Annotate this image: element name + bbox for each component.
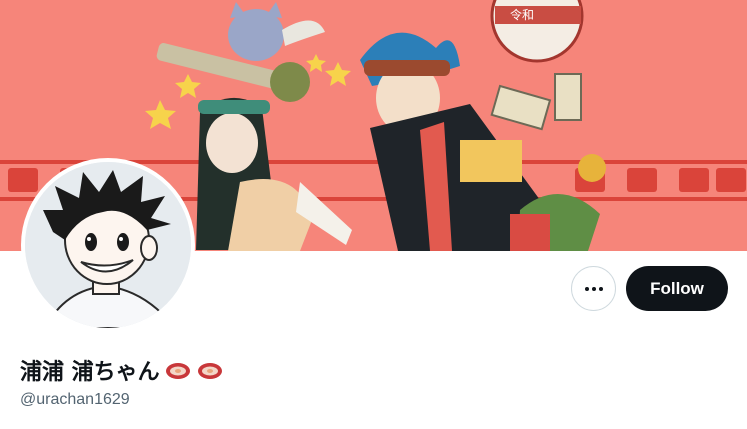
avatar[interactable] (21, 158, 195, 332)
more-horizontal-icon (584, 286, 603, 291)
display-name-text: 浦浦 浦ちゃん (20, 360, 160, 385)
profile-handle: @urachan1629 (20, 391, 130, 408)
follow-button[interactable]: Follow (626, 266, 728, 311)
avatar-image (25, 162, 191, 328)
more-options-button[interactable] (571, 266, 616, 311)
meat-icon (197, 363, 222, 379)
banner-sign-text: 令和 (510, 7, 534, 22)
profile-display-name: 浦浦 浦ちゃん (20, 355, 224, 385)
meat-icon (165, 363, 190, 379)
avatar-illustration (25, 162, 191, 328)
